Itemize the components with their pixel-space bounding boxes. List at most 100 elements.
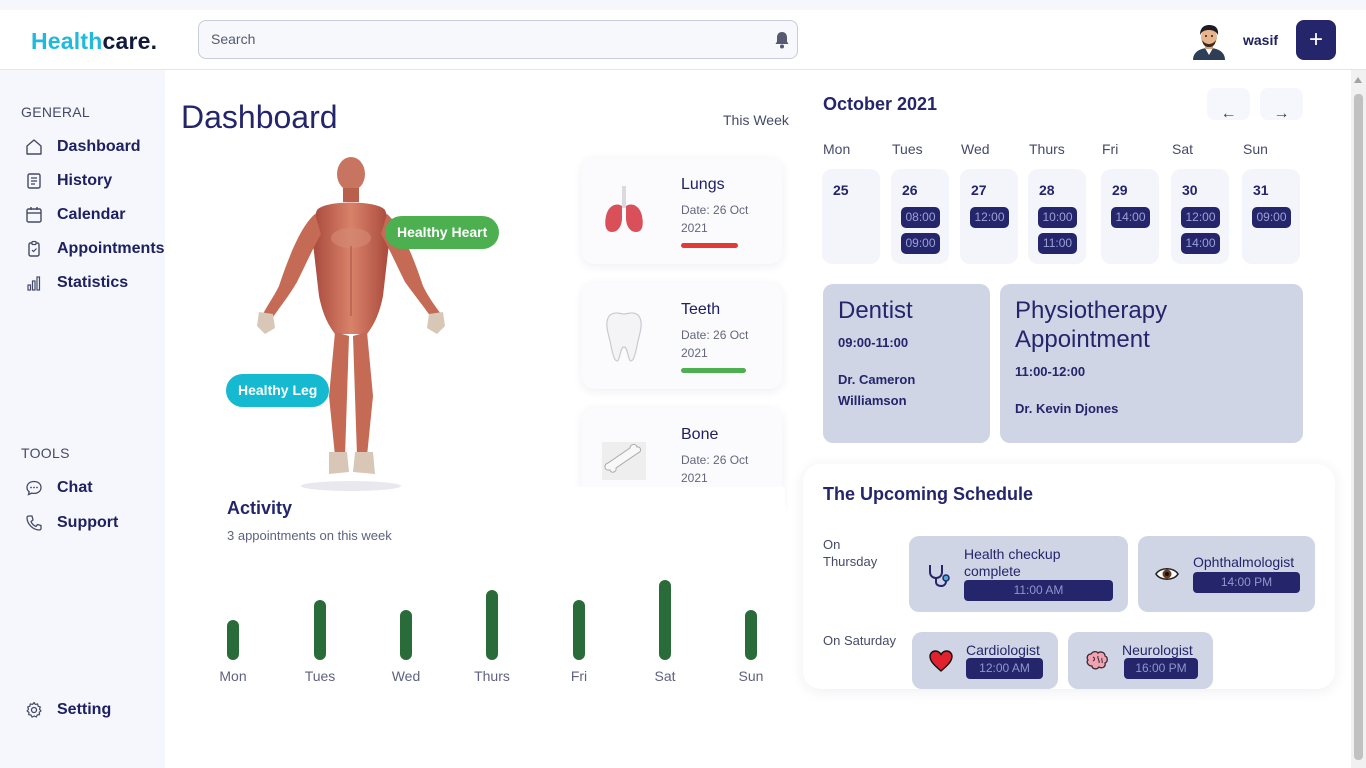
time-slot[interactable]: 08:00 xyxy=(901,207,940,228)
day-number: 26 xyxy=(902,182,918,198)
heart-icon xyxy=(929,650,953,672)
sidebar-item-history[interactable]: History xyxy=(25,169,112,193)
sidebar-item-label: Dashboard xyxy=(57,138,141,155)
organ-name: Teeth xyxy=(681,301,721,318)
time-slot[interactable]: 14:00 xyxy=(1111,207,1150,228)
schedule-time: 11:00 AM xyxy=(964,580,1113,601)
scroll-up-arrow-icon[interactable] xyxy=(1354,77,1362,83)
appointment-doctor: Dr. Kevin Djones xyxy=(1015,401,1119,416)
organ-date: Date: 26 Oct 2021 xyxy=(681,453,749,485)
activity-bar-sat xyxy=(659,580,671,660)
weekday-label: Sat xyxy=(1172,141,1194,157)
schedule-name: Ophthalmologist xyxy=(1193,554,1295,570)
activity-x-label: Fri xyxy=(570,668,588,684)
organ-card-teeth[interactable]: Teeth Date: 26 Oct 2021 xyxy=(582,283,782,389)
eye-icon xyxy=(1155,567,1179,581)
day-number: 25 xyxy=(833,182,849,198)
clipboard-icon xyxy=(28,240,40,257)
sidebar-item-support[interactable]: Support xyxy=(25,511,118,535)
username[interactable]: wasif xyxy=(1243,32,1278,48)
time-slot[interactable]: 09:00 xyxy=(901,233,940,254)
bone-icon xyxy=(602,442,646,480)
sidebar-item-label: Chat xyxy=(57,479,93,496)
add-button[interactable]: + xyxy=(1296,20,1336,60)
day-number: 30 xyxy=(1182,182,1198,198)
schedule-item-cardiologist[interactable]: Cardiologist 12:00 AM xyxy=(912,632,1058,689)
sidebar-item-statistics[interactable]: Statistics xyxy=(25,271,128,295)
page-title: Dashboard xyxy=(181,99,338,135)
activity-x-label: Mon xyxy=(219,668,247,684)
calendar-day-cell[interactable]: 27 12:00 xyxy=(960,169,1018,264)
time-slot[interactable]: 12:00 xyxy=(1181,207,1220,228)
activity-bar-tues xyxy=(314,600,326,660)
next-month-button[interactable]: → xyxy=(1260,88,1303,122)
lungs-icon xyxy=(605,186,643,232)
healthy-heart-tag: Healthy Heart xyxy=(385,216,500,249)
organ-name: Bone xyxy=(681,426,719,443)
sidebar-item-dashboard[interactable]: Dashboard xyxy=(25,135,141,159)
page-scrollbar[interactable] xyxy=(1351,70,1366,768)
scrollbar-thumb[interactable] xyxy=(1354,94,1363,760)
organ-name: Lungs xyxy=(681,176,725,193)
sidebar-item-calendar[interactable]: Calendar xyxy=(25,203,125,227)
upcoming-title: The Upcoming Schedule xyxy=(823,484,1034,504)
sidebar-item-label: History xyxy=(57,172,113,189)
time-slot[interactable]: 09:00 xyxy=(1252,207,1291,228)
time-slot[interactable]: 10:00 xyxy=(1038,207,1077,228)
day-number: 27 xyxy=(971,182,987,198)
time-slot[interactable]: 11:00 xyxy=(1038,233,1077,254)
human-anatomy-figure xyxy=(257,157,445,491)
appointment-title: Dentist xyxy=(838,297,913,324)
weekday-label: Fri xyxy=(1102,141,1119,157)
schedule-time: 16:00 PM xyxy=(1124,658,1198,679)
calendar-day-cell[interactable]: 30 12:00 14:00 xyxy=(1171,169,1229,264)
sidebar-item-label: Calendar xyxy=(57,206,126,223)
organ-status-bar xyxy=(681,243,738,248)
appointment-time: 09:00-11:00 xyxy=(838,335,909,350)
day-label-thursday: On Thursday xyxy=(823,537,878,569)
prev-month-button[interactable]: ← xyxy=(1207,88,1250,122)
calendar-day-cell[interactable]: 25 xyxy=(822,169,880,264)
calendar-day-cell[interactable]: 28 10:00 11:00 xyxy=(1028,169,1086,264)
weekday-label: Sun xyxy=(1243,141,1268,157)
calendar-month: October 2021 xyxy=(823,94,938,114)
sidebar-item-appointments[interactable]: Appointments xyxy=(25,237,165,261)
schedule-item-neurologist[interactable]: Neurologist 16:00 PM xyxy=(1068,632,1213,689)
search-input[interactable] xyxy=(211,31,751,47)
sidebar-item-label: Statistics xyxy=(57,274,129,291)
time-slot[interactable]: 14:00 xyxy=(1181,233,1220,254)
weekday-label: Wed xyxy=(961,141,990,157)
organ-date: Date: 26 Oct 2021 xyxy=(681,328,749,360)
schedule-item-health-checkup[interactable]: Health checkup complete 11:00 AM xyxy=(909,536,1128,612)
weekday-label: Thurs xyxy=(1029,141,1065,157)
organ-card-lungs[interactable]: Lungs Date: 26 Oct 2021 xyxy=(582,158,782,264)
sidebar-item-label: Setting xyxy=(57,701,112,718)
phone-icon xyxy=(26,515,42,531)
app-logo[interactable]: Healthcare. xyxy=(31,28,157,55)
sidebar: GENERAL Dashboard History Calendar Appoi… xyxy=(0,70,165,768)
calendar-day-cell[interactable]: 31 09:00 xyxy=(1242,169,1300,264)
period-selector[interactable]: This Week xyxy=(723,112,789,128)
appointment-title: Physiotherapy Appointment xyxy=(1015,297,1168,353)
search-box xyxy=(198,20,798,59)
calendar-day-cell[interactable]: 29 14:00 xyxy=(1101,169,1159,264)
bar-chart-icon xyxy=(27,276,41,291)
sidebar-item-chat[interactable]: Chat xyxy=(25,476,93,500)
history-icon xyxy=(27,173,41,189)
appointment-doctor: Dr. Cameron Williamson xyxy=(838,372,916,408)
activity-bar-thurs xyxy=(486,590,498,660)
schedule-item-ophthalmologist[interactable]: Ophthalmologist 14:00 PM xyxy=(1138,536,1315,612)
avatar[interactable] xyxy=(1190,22,1228,60)
schedule-name: Cardiologist xyxy=(966,642,1040,658)
calendar-day-cell[interactable]: 26 08:00 09:00 xyxy=(891,169,949,264)
top-strip xyxy=(0,0,1366,10)
day-label-saturday: On Saturday xyxy=(823,633,896,648)
organ-status-bar xyxy=(681,368,746,373)
time-slot[interactable]: 12:00 xyxy=(970,207,1009,228)
bell-icon[interactable] xyxy=(774,31,790,49)
appointment-card-physiotherapy[interactable]: Physiotherapy Appointment 11:00-12:00 Dr… xyxy=(1000,284,1303,443)
schedule-time: 14:00 PM xyxy=(1193,572,1300,593)
appointment-card-dentist[interactable]: Dentist 09:00-11:00 Dr. Cameron Williams… xyxy=(823,284,990,443)
sidebar-item-setting[interactable]: Setting xyxy=(25,698,111,722)
main-content: Dashboard This Week Healthy Heart Health… xyxy=(165,70,1351,768)
